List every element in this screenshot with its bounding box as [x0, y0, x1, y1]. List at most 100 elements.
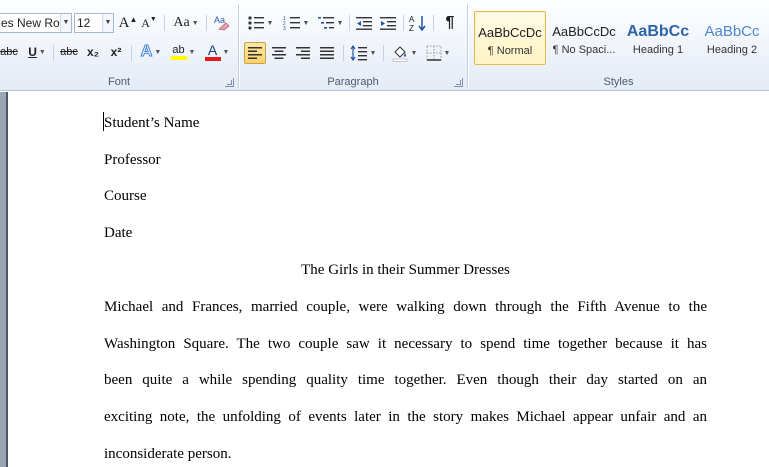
grow-font-button[interactable]: A ▲	[118, 13, 138, 33]
font-color-bar	[204, 56, 221, 61]
text-effects-icon: A	[140, 43, 153, 61]
divider	[206, 15, 207, 31]
font-dialog-launcher-icon[interactable]	[225, 78, 234, 87]
pilcrow-icon: ¶	[445, 14, 455, 31]
style-heading-2[interactable]: AaBbCc Heading 2	[696, 11, 768, 65]
paint-bucket-icon	[392, 46, 407, 62]
paragraph-group: ▼ 1 2 3 ▼ ▼ A Z ¶ ▼ ▼ ▼ Paragraph	[239, 0, 467, 91]
doc-paragraph-line[interactable]: Michael and Frances, married couple, wer…	[104, 298, 707, 316]
align-center-icon	[272, 47, 286, 59]
font-name-box[interactable]: es New Rom ▼	[0, 13, 72, 33]
style-no-spacing[interactable]: AaBbCcDc ¶ No Spaci...	[548, 11, 620, 65]
styles-group-label: Styles	[603, 76, 634, 88]
borders-button[interactable]: ▼	[423, 43, 453, 63]
doc-paragraph-line[interactable]: been quite a while spending quality time…	[104, 371, 707, 389]
style-heading-1-sample: AaBbCc	[626, 23, 690, 40]
font-color-button[interactable]: A ▼	[202, 42, 232, 62]
multilevel-list-button[interactable]: ▼	[315, 13, 345, 33]
text-effects-button[interactable]: A ▼	[138, 42, 164, 62]
doc-paragraph-line[interactable]: exciting note, the unfolding of events l…	[104, 408, 707, 426]
increase-indent-button[interactable]	[377, 13, 399, 33]
superscript-icon: x²	[110, 45, 122, 59]
align-center-button[interactable]	[268, 43, 290, 63]
style-normal-sample: AaBbCcDc	[478, 25, 542, 40]
subscript-icon: x₂	[86, 45, 99, 59]
numbering-button[interactable]: 1 2 3 ▼	[281, 13, 311, 33]
svg-text:Aa: Aa	[214, 15, 225, 25]
paragraph-dialog-launcher-icon[interactable]	[454, 78, 463, 87]
font-size-box[interactable]: 12 ▼	[74, 13, 114, 33]
justify-icon	[320, 47, 334, 59]
font-color-icon: A	[204, 41, 221, 61]
divider	[343, 45, 344, 61]
borders-icon	[426, 45, 442, 61]
style-no-spacing-name: ¶ No Spaci...	[552, 44, 616, 56]
doc-line-student-name[interactable]: Student’s Name	[104, 114, 707, 132]
clear-formatting-button[interactable]: Aa	[211, 12, 233, 32]
sort-button[interactable]: A Z	[407, 13, 429, 33]
justify-button[interactable]	[316, 43, 338, 63]
style-heading-1-name: Heading 1	[632, 44, 684, 56]
paragraph-group-label: Paragraph	[327, 76, 379, 88]
line-spacing-icon	[350, 45, 367, 61]
align-right-icon	[296, 47, 310, 59]
divider	[383, 45, 384, 61]
decrease-indent-button[interactable]	[353, 13, 375, 33]
ribbon: es New Rom ▼ 12 ▼ A ▲ A ▼ Aa ▼ Aa abc U ▼	[0, 0, 769, 91]
underline-button[interactable]: U ▼	[25, 42, 49, 62]
align-right-button[interactable]	[292, 43, 314, 63]
svg-text:Z: Z	[409, 24, 414, 32]
font-color-label: A	[207, 41, 218, 58]
style-normal[interactable]: AaBbCcDc ¶ Normal	[474, 11, 546, 65]
align-left-button[interactable]	[244, 42, 266, 64]
divider	[164, 15, 165, 31]
superscript-button[interactable]: x²	[106, 42, 126, 62]
numbering-icon: 1 2 3	[283, 16, 300, 31]
document-page[interactable]: Student’s Name Professor Course Date The…	[6, 92, 769, 467]
divider	[403, 15, 404, 31]
doc-line-professor[interactable]: Professor	[104, 151, 707, 169]
font-size-value: 12	[77, 16, 91, 30]
grow-font-icon: A	[118, 14, 130, 31]
chevron-down-icon[interactable]: ▼	[60, 14, 71, 32]
doc-line-date[interactable]: Date	[104, 224, 707, 242]
highlight-label: ab	[172, 43, 185, 56]
shrink-font-button[interactable]: A ▼	[139, 13, 159, 33]
highlighter-icon: ab	[170, 43, 187, 60]
line-spacing-button[interactable]: ▼	[348, 43, 378, 63]
divider	[433, 15, 434, 31]
doc-line-course[interactable]: Course	[104, 187, 707, 205]
shrink-font-icon: A	[141, 15, 150, 30]
strikethrough-label: abc	[0, 46, 18, 58]
chevron-down-icon[interactable]: ▼	[102, 14, 113, 32]
highlight-button[interactable]: ab ▼	[168, 42, 198, 62]
shading-button[interactable]: ▼	[389, 43, 419, 63]
styles-group: AaBbCcDc ¶ Normal AaBbCcDc ¶ No Spaci...…	[468, 0, 769, 91]
clear-formatting-icon: Aa	[214, 15, 230, 31]
svg-text:3: 3	[283, 26, 286, 31]
divider	[349, 15, 350, 31]
doc-paragraph-line[interactable]: Washington Square. The two couple saw it…	[104, 335, 707, 353]
doc-paragraph-line[interactable]: inconsiderate person.	[104, 445, 707, 463]
highlight-color-bar	[170, 55, 187, 60]
style-heading-2-sample: AaBbCc	[704, 23, 760, 40]
font-group: es New Rom ▼ 12 ▼ A ▲ A ▼ Aa ▼ Aa abc U ▼	[0, 0, 238, 91]
show-marks-button[interactable]: ¶	[439, 13, 461, 33]
style-heading-2-name: Heading 2	[706, 44, 758, 56]
font-group-label: Font	[107, 76, 130, 88]
style-normal-name: ¶ Normal	[487, 45, 533, 57]
document-area: Student’s Name Professor Course Date The…	[0, 92, 769, 467]
strike-button-label[interactable]: abc	[58, 42, 80, 62]
change-case-icon: Aa	[173, 15, 190, 30]
strikethrough-button[interactable]: abc	[0, 42, 18, 62]
align-left-icon	[248, 47, 262, 59]
subscript-button[interactable]: x₂	[83, 42, 103, 62]
bullets-button[interactable]: ▼	[245, 13, 275, 33]
multilevel-list-icon	[317, 17, 334, 29]
style-heading-1[interactable]: AaBbCc Heading 1	[622, 11, 694, 65]
underline-icon: U	[28, 45, 37, 59]
change-case-button[interactable]: Aa ▼	[172, 13, 200, 33]
svg-text:A: A	[409, 15, 415, 24]
strike-icon: abc	[60, 46, 78, 58]
doc-title[interactable]: The Girls in their Summer Dresses	[104, 261, 707, 279]
